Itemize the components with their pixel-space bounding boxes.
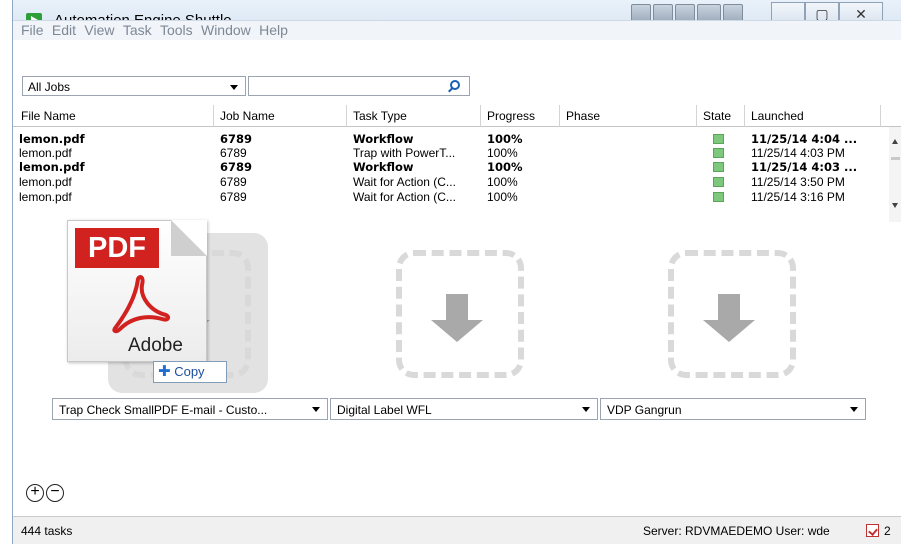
cell-file-name: lemon.pdf (19, 175, 72, 189)
cell-file-name: lemon.pdf (19, 160, 85, 174)
table-row[interactable]: lemon.pdf 6789 Wait for Action (C... 100… (13, 190, 889, 204)
copy-label: Copy (174, 364, 205, 379)
filter-toolbar: All Jobs (13, 43, 901, 98)
remove-dropzone-button[interactable]: − (46, 484, 64, 502)
arrow-down-icon (703, 294, 755, 342)
acrobat-logo-icon (112, 275, 171, 334)
cell-progress: 100% (487, 132, 523, 146)
cell-job-name: 6789 (220, 190, 247, 204)
search-input[interactable] (248, 76, 470, 96)
ticket-select-3[interactable]: VDP Gangrun (600, 398, 866, 420)
task-check-icon[interactable] (866, 524, 879, 537)
menu-tools[interactable]: Tools (155, 21, 193, 38)
cell-launched: 11/25/14 3:16 PM (751, 190, 845, 204)
cell-progress: 100% (487, 175, 518, 189)
menu-window[interactable]: Window (196, 21, 251, 38)
pdf-badge: PDF (75, 228, 159, 268)
search-icon[interactable] (450, 80, 460, 90)
table-row[interactable]: lemon.pdf 6789 Wait for Action (C... 100… (13, 175, 889, 189)
menu-edit[interactable]: Edit (47, 21, 76, 38)
app-window: Automation Engine Shuttle ▁ ▢ ✕ File Edi… (12, 0, 901, 544)
jobs-filter-select[interactable]: All Jobs (22, 76, 246, 96)
state-ok-icon (713, 134, 724, 144)
jobs-filter-value: All Jobs (28, 80, 71, 94)
state-ok-icon (713, 192, 724, 202)
cell-launched: 11/25/14 4:04 ... (751, 132, 858, 146)
desktop-edge (0, 0, 12, 544)
cell-launched: 11/25/14 4:03 ... (751, 160, 858, 174)
pending-task-count: 2 (884, 524, 891, 538)
scroll-up-icon[interactable] (892, 139, 898, 144)
chevron-down-icon (582, 407, 590, 412)
cell-file-name: lemon.pdf (19, 146, 72, 160)
cell-task-type: Workflow (353, 160, 414, 174)
minus-icon: − (50, 483, 60, 500)
menu-view[interactable]: View (79, 21, 114, 38)
status-bar: 444 tasks Server: RDVMAEDEMO User: wde 2 (13, 516, 901, 544)
ticket-select-2[interactable]: Digital Label WFL (330, 398, 598, 420)
cell-task-type: Wait for Action (C... (353, 190, 456, 204)
table-scrollbar[interactable] (889, 127, 901, 222)
task-table: File Name Job Name Task Type Progress Ph… (13, 105, 901, 222)
cell-progress: 100% (487, 146, 518, 160)
copy-drag-tooltip: ✚ Copy (153, 361, 227, 383)
page-fold (171, 220, 207, 256)
scroll-down-icon[interactable] (892, 203, 898, 208)
cell-file-name: lemon.pdf (19, 132, 85, 146)
table-row[interactable]: lemon.pdf 6789 Trap with PowerT... 100% … (13, 146, 889, 160)
col-file-name[interactable]: File Name (21, 109, 76, 123)
task-count-text: 444 tasks (21, 524, 73, 538)
table-header: File Name Job Name Task Type Progress Ph… (13, 105, 901, 127)
adobe-wordmark: Adobe (128, 335, 183, 356)
chevron-down-icon (312, 407, 320, 412)
state-ok-icon (713, 148, 724, 158)
menu-bar: File Edit View Task Tools Window Help (13, 20, 901, 40)
menu-file[interactable]: File (13, 21, 44, 38)
cell-job-name: 6789 (220, 132, 253, 146)
col-launched[interactable]: Launched (751, 109, 804, 123)
plus-icon: ✚ (158, 363, 171, 380)
menu-help[interactable]: Help (254, 21, 288, 38)
ticket-select-value: Trap Check SmallPDF E-mail - Custo... (59, 403, 268, 417)
cell-job-name: 6789 (220, 146, 247, 160)
dragged-pdf-file-icon[interactable]: PDF Adobe (67, 220, 207, 362)
chevron-down-icon (230, 85, 238, 90)
cell-job-name: 6789 (220, 175, 247, 189)
cell-task-type: Workflow (353, 132, 414, 146)
cell-launched: 11/25/14 4:03 PM (751, 146, 845, 160)
cell-file-name: lemon.pdf (19, 190, 72, 204)
table-row[interactable]: lemon.pdf 6789 Workflow 100% 11/25/14 4:… (13, 132, 889, 146)
col-job-name[interactable]: Job Name (220, 109, 275, 123)
col-task-type[interactable]: Task Type (353, 109, 407, 123)
scroll-thumb[interactable] (891, 157, 900, 160)
cell-task-type: Trap with PowerT... (353, 146, 456, 160)
col-state[interactable]: State (703, 109, 731, 123)
ticket-select-value: Digital Label WFL (337, 403, 432, 417)
col-progress[interactable]: Progress (487, 109, 535, 123)
cell-launched: 11/25/14 3:50 PM (751, 175, 845, 189)
state-ok-icon (713, 177, 724, 187)
cell-task-type: Wait for Action (C... (353, 175, 456, 189)
plus-icon: + (30, 483, 40, 500)
chevron-down-icon (850, 407, 858, 412)
arrow-down-icon (431, 294, 483, 342)
ticket-select-1[interactable]: Trap Check SmallPDF E-mail - Custo... (52, 398, 328, 420)
cell-progress: 100% (487, 160, 523, 174)
drop-zone-3[interactable] (668, 250, 796, 378)
table-row[interactable]: lemon.pdf 6789 Workflow 100% 11/25/14 4:… (13, 160, 889, 174)
server-user-text: Server: RDVMAEDEMO User: wde (643, 524, 830, 538)
drop-zone-2[interactable] (396, 250, 524, 378)
col-phase[interactable]: Phase (566, 109, 600, 123)
state-ok-icon (713, 162, 724, 172)
cell-job-name: 6789 (220, 160, 253, 174)
ticket-select-value: VDP Gangrun (607, 403, 682, 417)
cell-progress: 100% (487, 190, 518, 204)
add-dropzone-button[interactable]: + (26, 484, 44, 502)
menu-task[interactable]: Task (118, 21, 152, 38)
